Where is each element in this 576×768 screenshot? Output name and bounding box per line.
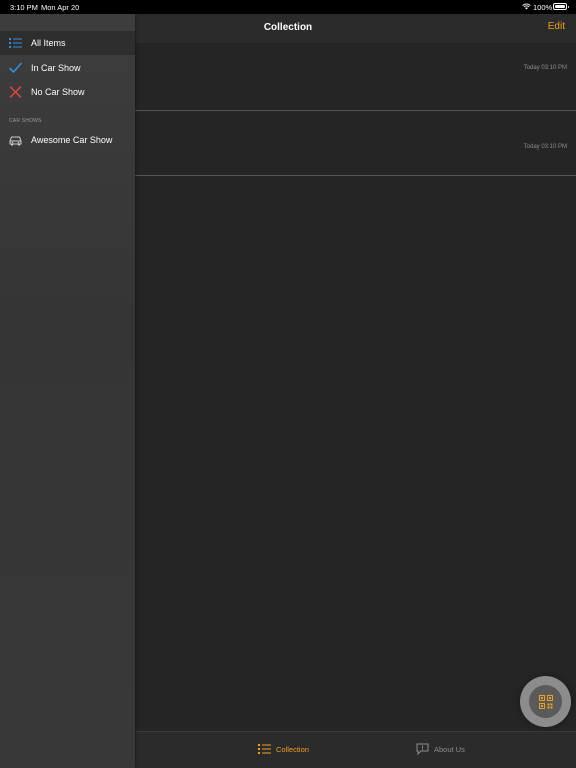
x-icon	[9, 86, 22, 98]
scan-qr-button[interactable]	[520, 676, 571, 727]
status-date: Mon Apr 20	[41, 3, 80, 12]
tab-collection-label: Collection	[276, 744, 309, 754]
sidebar-item-label: Awesome Car Show	[31, 135, 113, 145]
scan-qr-button-inner	[529, 685, 562, 718]
item-timestamp: Today 03:10 PM	[523, 65, 567, 71]
status-time: 3:10 PM	[10, 3, 38, 12]
edit-button[interactable]: Edit	[548, 21, 565, 32]
sidebar-item-label: In Car Show	[31, 63, 81, 73]
speech-bubble-icon	[416, 743, 429, 755]
sidebar-item-in-car-show[interactable]: In Car Show	[0, 56, 135, 80]
sidebar-item-all-items[interactable]: All Items	[0, 31, 135, 55]
battery-percentage: 100%	[533, 3, 553, 12]
tab-collection[interactable]: Collection	[258, 742, 309, 756]
tab-about-label: About Us	[434, 744, 465, 754]
wifi-icon	[522, 3, 531, 10]
sidebar-item-awesome-car-show[interactable]: Awesome Car Show	[0, 128, 135, 152]
checkmark-icon	[9, 62, 22, 74]
tab-about-us[interactable]: About Us	[416, 742, 465, 756]
sidebar: All Items In Car Show No Car Show CAR SH…	[0, 14, 135, 768]
sidebar-item-no-car-show[interactable]: No Car Show	[0, 80, 135, 104]
status-bar: 3:10 PM Mon Apr 20 100%	[0, 0, 576, 14]
car-icon	[9, 134, 22, 146]
sidebar-item-label: No Car Show	[31, 87, 85, 97]
section-header-car-shows: CAR SHOWS	[9, 118, 42, 124]
list-icon	[258, 744, 271, 754]
item-timestamp: Today 03:10 PM	[523, 144, 567, 150]
battery-icon	[553, 3, 569, 10]
sidebar-item-label: All Items	[31, 38, 66, 48]
qr-code-icon	[538, 694, 553, 709]
list-icon	[9, 37, 22, 49]
